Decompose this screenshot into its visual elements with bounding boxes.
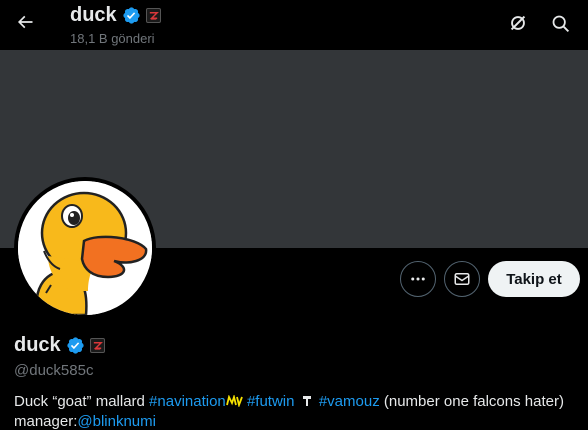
mention-link[interactable]: @blinknumi xyxy=(77,413,156,430)
navi-logo-icon xyxy=(225,395,243,407)
verified-badge-icon xyxy=(123,7,140,24)
bio-text: Duck “goat” mallard xyxy=(14,393,150,410)
more-options-button[interactable] xyxy=(400,261,436,297)
yellow-duck-avatar xyxy=(18,181,152,315)
grok-button[interactable] xyxy=(506,11,530,35)
search-button[interactable] xyxy=(548,11,572,35)
grok-slash-icon xyxy=(510,15,526,31)
hashtag-link-futwin[interactable]: #futwin xyxy=(247,393,295,410)
header-title: duck xyxy=(70,4,161,27)
hashtag-link-vamouz[interactable]: #vamouz xyxy=(319,393,380,410)
more-dots-icon xyxy=(411,277,425,281)
arrow-left-icon xyxy=(17,15,33,29)
profile-name: duck xyxy=(14,334,61,356)
team-logo-icon xyxy=(302,396,311,406)
affiliate-badge-icon xyxy=(145,8,161,23)
verified-badge-icon[interactable] xyxy=(66,336,85,355)
affiliate-badge-icon[interactable] xyxy=(89,338,105,353)
header-name: duck xyxy=(70,4,117,26)
search-icon xyxy=(552,15,569,32)
envelope-icon xyxy=(454,273,470,285)
follow-button[interactable]: Takip et xyxy=(488,261,580,297)
profile-handle: @duck585c xyxy=(14,362,94,379)
message-button[interactable] xyxy=(444,261,480,297)
post-count: 18,1 B gönderi xyxy=(70,31,155,46)
profile-name-row: duck xyxy=(14,334,105,357)
profile-avatar[interactable] xyxy=(14,177,156,319)
back-button[interactable] xyxy=(12,9,38,35)
profile-bio: Duck “goat” mallard #navination #futwin … xyxy=(14,392,574,430)
top-bar: duck 18,1 B gönderi xyxy=(0,0,588,50)
hashtag-link-navination[interactable]: #navination xyxy=(149,393,226,410)
